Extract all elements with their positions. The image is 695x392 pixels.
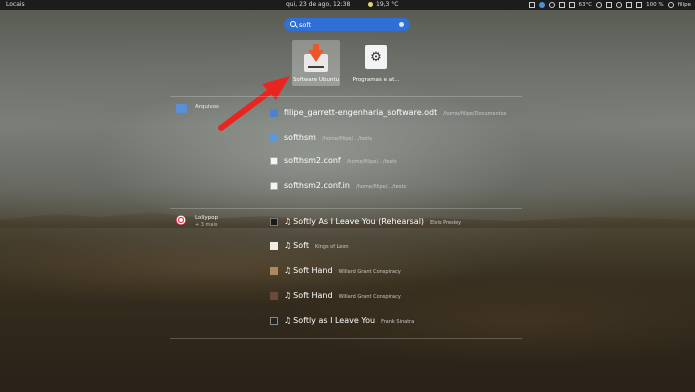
result-artist: Willard Grant Conspiracy bbox=[338, 269, 401, 275]
music-note-icon: ♫ bbox=[284, 266, 292, 275]
result-title: softhsm bbox=[284, 133, 316, 142]
provider-more: + 3 mais bbox=[195, 222, 218, 228]
result-artist: Willard Grant Conspiracy bbox=[338, 294, 401, 300]
album-icon bbox=[270, 317, 278, 325]
album-icon bbox=[270, 292, 278, 300]
separator bbox=[170, 96, 522, 97]
result-title: Soft Hand bbox=[293, 266, 333, 275]
result-path: /home/filipe/.../tests bbox=[346, 159, 397, 165]
music-note-icon: ♫ bbox=[284, 316, 292, 325]
separator bbox=[170, 208, 522, 209]
text-file-icon bbox=[270, 182, 278, 190]
music-note-icon: ♫ bbox=[284, 291, 292, 300]
text-file-icon bbox=[270, 157, 278, 165]
result-title: Softly as I Leave You bbox=[293, 316, 376, 325]
separator bbox=[170, 338, 522, 339]
music-note-icon: ♫ bbox=[284, 241, 292, 250]
result-title: Soft Hand bbox=[293, 291, 333, 300]
result-path: /home/filipe/Documentos bbox=[443, 111, 507, 117]
album-icon bbox=[270, 218, 278, 226]
provider-name: Arquivos bbox=[195, 104, 219, 110]
music-note-icon: ♫ bbox=[284, 217, 292, 226]
result-artist: Kings of Leon bbox=[314, 244, 349, 250]
result-title: softhsm2.conf bbox=[284, 156, 341, 165]
result-title: filipe_garrett-engenharia_software.odt bbox=[284, 108, 438, 117]
album-icon bbox=[270, 242, 278, 250]
result-title: Soft bbox=[293, 241, 309, 250]
files-app-icon bbox=[176, 104, 187, 113]
lollypop-icon bbox=[176, 215, 186, 225]
result-title: softhsm2.conf.in bbox=[284, 181, 350, 190]
album-icon bbox=[270, 267, 278, 275]
result-artist: Frank Sinatra bbox=[381, 319, 415, 325]
provider-name: Lollypop bbox=[195, 215, 218, 221]
red-arrow-annotation bbox=[218, 76, 290, 131]
result-title: Softly As I Leave You (Rehearsal) bbox=[293, 217, 425, 226]
document-icon bbox=[270, 109, 278, 117]
result-artist: Elvis Presley bbox=[430, 220, 462, 226]
result-path: /home/filipe/.../tests bbox=[355, 184, 407, 190]
result-path: /home/filipe/.../tests bbox=[321, 136, 372, 142]
folder-icon bbox=[270, 134, 278, 142]
